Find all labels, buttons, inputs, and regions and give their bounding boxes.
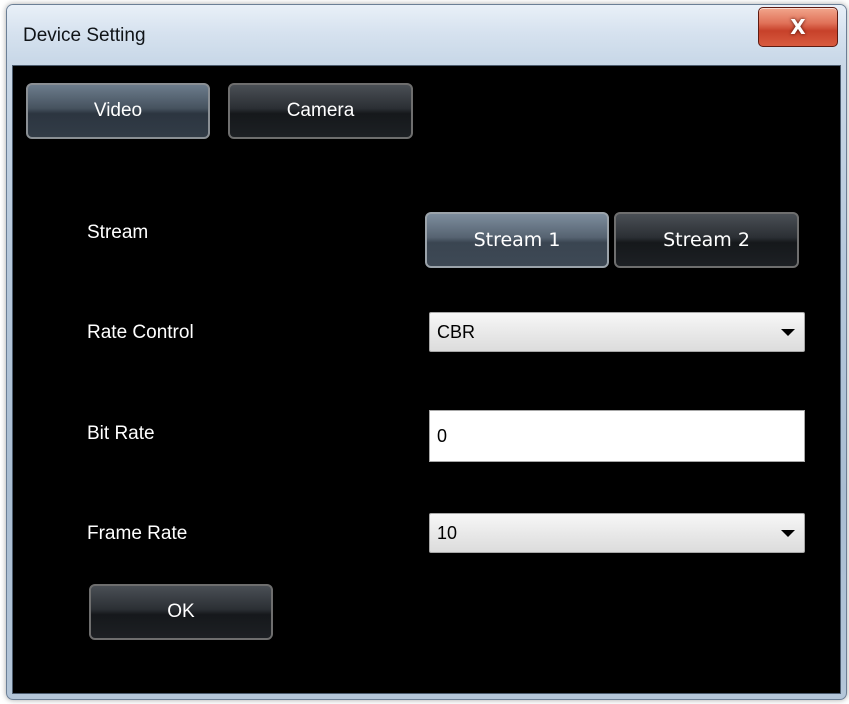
chevron-down-icon bbox=[781, 530, 795, 537]
device-setting-window: Device Setting X Video Camera Stream Str… bbox=[6, 4, 847, 700]
chevron-down-icon bbox=[781, 329, 795, 336]
tab-camera[interactable]: Camera bbox=[228, 83, 413, 139]
window-title: Device Setting bbox=[23, 25, 146, 46]
bit-rate-input[interactable] bbox=[429, 410, 805, 462]
frame-rate-label: Frame Rate bbox=[87, 523, 188, 544]
close-icon: X bbox=[790, 15, 806, 39]
bit-rate-label: Bit Rate bbox=[87, 423, 155, 444]
stream-label: Stream bbox=[87, 222, 149, 243]
rate-control-value: CBR bbox=[437, 322, 476, 342]
title-bar[interactable]: Device Setting X bbox=[7, 5, 846, 61]
frame-rate-value: 10 bbox=[437, 523, 458, 543]
stream-1-button[interactable]: Stream 1 bbox=[425, 212, 609, 268]
stream-2-button[interactable]: Stream 2 bbox=[614, 212, 799, 268]
rate-control-select[interactable]: CBR bbox=[429, 312, 805, 352]
ok-button[interactable]: OK bbox=[89, 584, 273, 640]
settings-panel: Video Camera Stream Stream 1 Stream 2 Ra… bbox=[12, 65, 841, 694]
tab-video[interactable]: Video bbox=[26, 83, 210, 139]
frame-rate-select[interactable]: 10 bbox=[429, 513, 805, 553]
close-button[interactable]: X bbox=[758, 7, 838, 47]
rate-control-label: Rate Control bbox=[87, 322, 194, 343]
